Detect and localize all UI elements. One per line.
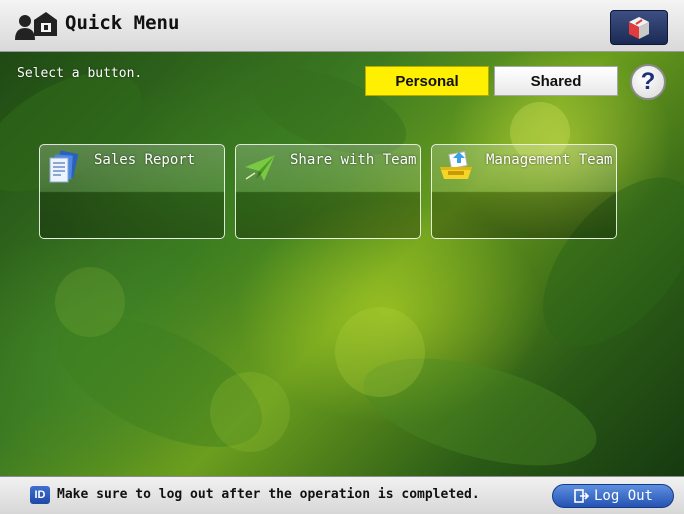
inbox-tray-icon	[440, 151, 472, 179]
footer-bar: ID Make sure to log out after the operat…	[0, 476, 684, 514]
leaf-background	[0, 69, 684, 466]
paper-plane-icon	[245, 155, 275, 181]
menu-area: Select a button. Personal Shared ? Sales…	[0, 52, 684, 476]
sales-report-label: Sales Report	[94, 152, 196, 168]
quick-menu-screen: Quick Menu Select a button. Personal Sha…	[0, 0, 684, 514]
log-out-button[interactable]: Log Out	[552, 484, 674, 508]
quick-menu-user-icon	[15, 12, 57, 40]
log-out-label: Log Out	[593, 488, 653, 504]
instruction-text: Select a button.	[17, 66, 143, 81]
sales-report-button[interactable]: Sales Report	[39, 144, 225, 239]
management-team-label: Management Team	[486, 152, 613, 168]
tab-shared[interactable]: Shared	[494, 66, 618, 96]
share-with-team-label: Share with Team	[290, 152, 417, 168]
id-icon: ID	[30, 486, 50, 504]
document-stack-icon	[49, 150, 79, 183]
tab-personal[interactable]: Personal	[365, 66, 489, 96]
help-button[interactable]: ?	[630, 64, 666, 100]
cube-icon	[629, 16, 649, 39]
page-title: Quick Menu	[65, 12, 180, 34]
header-bar: Quick Menu	[0, 0, 684, 52]
logout-reminder-text: Make sure to log out after the operation…	[57, 487, 480, 502]
status-monitor-button[interactable]	[610, 10, 668, 45]
logout-door-icon	[574, 489, 589, 503]
management-team-button[interactable]: Management Team	[431, 144, 617, 239]
share-with-team-button[interactable]: Share with Team	[235, 144, 421, 239]
